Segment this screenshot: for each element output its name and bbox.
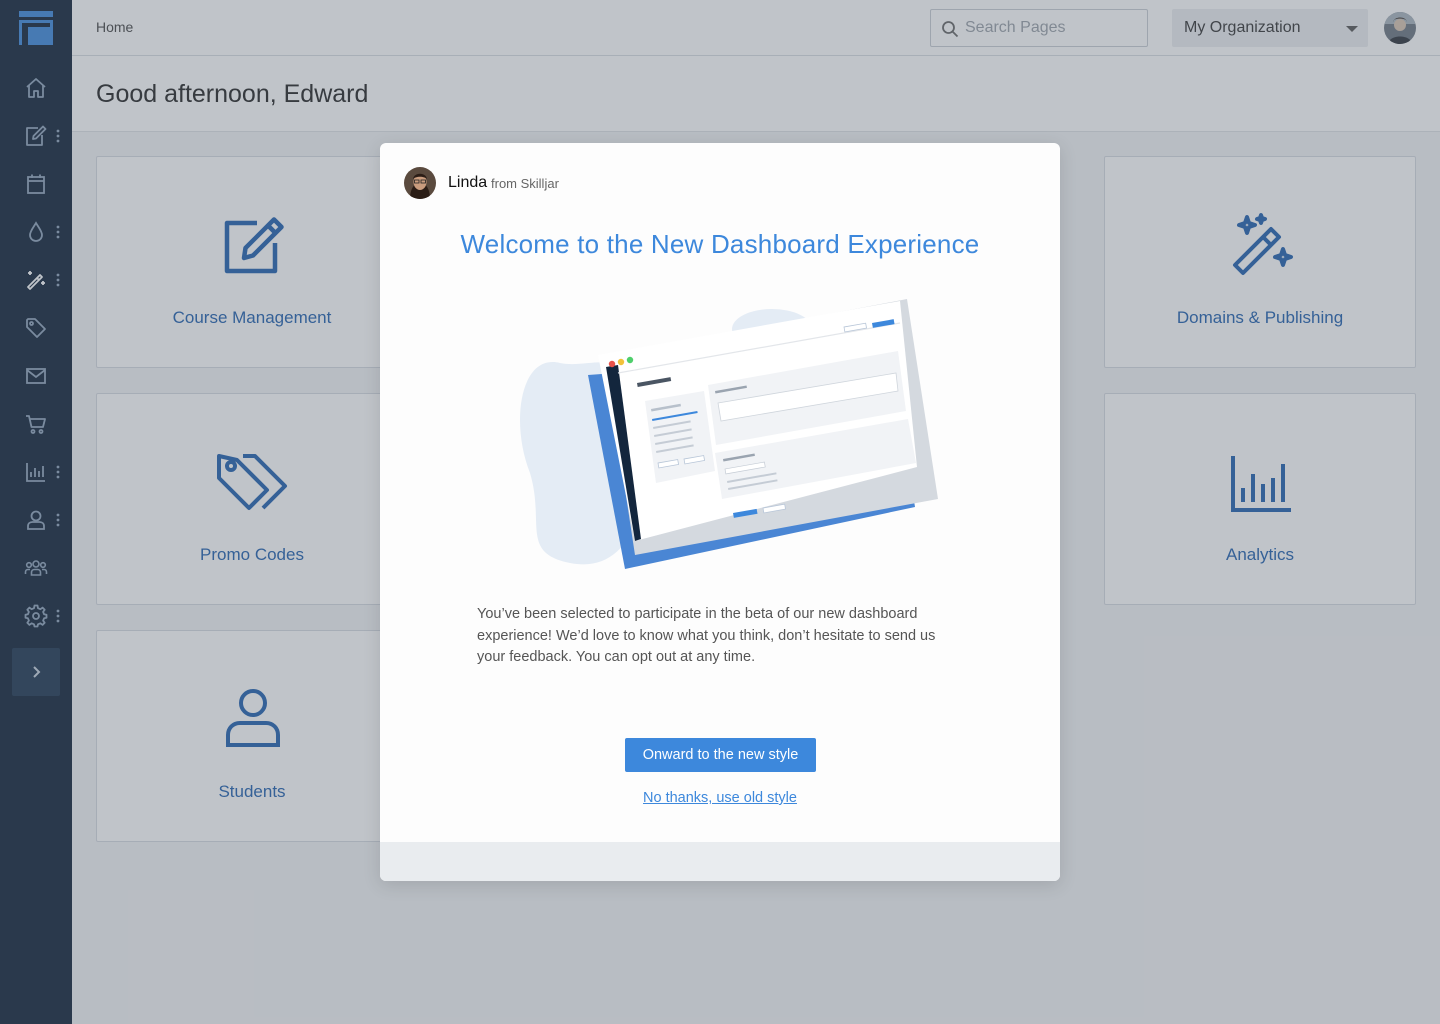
use-old-style-link-text[interactable]: No thanks, use old style	[643, 790, 797, 806]
dashboard-illustration	[520, 299, 938, 569]
sender-name: Linda	[448, 174, 488, 191]
modal-title: Welcome to the New Dashboard Experience	[460, 229, 980, 259]
sender-avatar	[404, 167, 436, 199]
sender-org: from Skilljar	[491, 176, 559, 191]
modal-footer	[380, 842, 1060, 881]
welcome-modal: Linda from Skilljar Welcome to the New D…	[380, 143, 1060, 881]
onward-button[interactable]: Onward to the new style	[625, 738, 816, 772]
modal-body: You’ve been selected to participate in t…	[477, 606, 936, 665]
use-old-style-link: No thanks, use old style	[380, 790, 1060, 806]
